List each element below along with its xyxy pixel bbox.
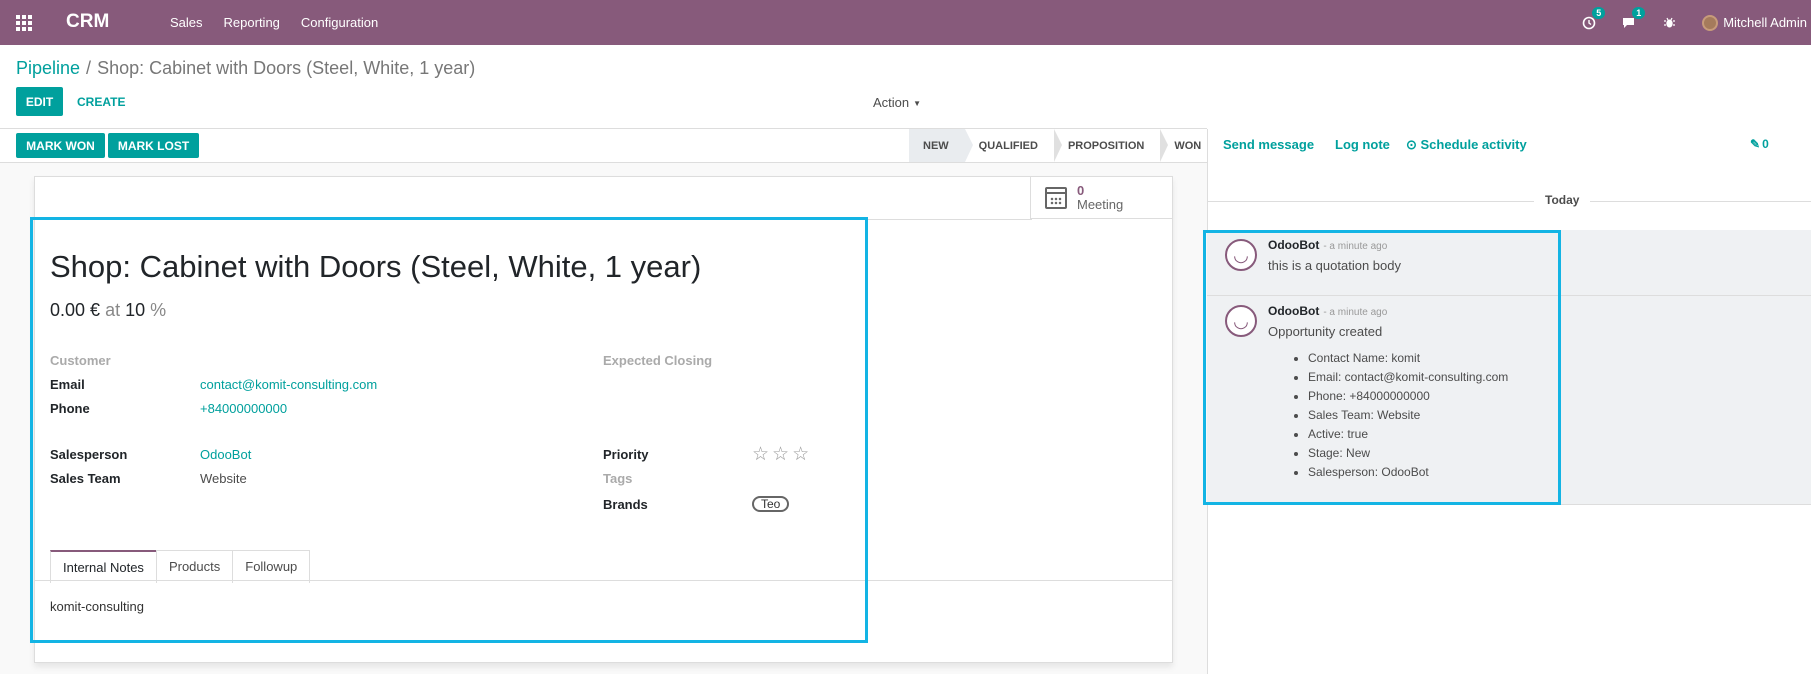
mark-lost-button[interactable]: MARK LOST	[108, 133, 199, 158]
meeting-label: Meeting	[1077, 196, 1124, 212]
caret-down-icon: ▼	[913, 99, 922, 109]
stage-proposition-label: PROPOSITION	[1067, 139, 1145, 152]
send-message-button[interactable]: Send message	[1223, 137, 1314, 152]
user-avatar	[1702, 14, 1719, 31]
message-count-badge: 1	[1632, 6, 1646, 19]
stage-won-label: WON	[1174, 139, 1202, 152]
user-name: Mitchell Admin	[1723, 15, 1807, 30]
breadcrumb-separator: /	[86, 58, 92, 78]
stage-qualified[interactable]: QUALIFIED	[965, 129, 1062, 162]
bug-icon	[1664, 17, 1676, 28]
main-menu: Sales Reporting Configuration	[170, 15, 378, 30]
top-navbar: CRM Sales Reporting Configuration 5 1 Mi…	[0, 0, 1811, 45]
stage-new-label: NEW	[923, 139, 949, 152]
meeting-count: 0	[1077, 182, 1085, 198]
systray: 5 1 Mitchell Admin	[1582, 0, 1811, 45]
attachment-count-button[interactable]: 0	[1750, 137, 1769, 151]
messaging-menu[interactable]: 1	[1622, 6, 1646, 30]
menu-item-configuration[interactable]: Configuration	[301, 15, 378, 30]
schedule-activity-label: Schedule activity	[1420, 137, 1527, 152]
meeting-stat: 0 Meeting	[1077, 182, 1124, 212]
stage-proposition[interactable]: PROPOSITION	[1054, 129, 1169, 162]
mark-won-button[interactable]: MARK WON	[16, 133, 105, 158]
attachment-count: 0	[1762, 137, 1769, 151]
highlight-box-form	[30, 217, 868, 643]
breadcrumb-pipeline[interactable]: Pipeline	[16, 58, 80, 78]
apps-menu-icon[interactable]	[16, 15, 32, 31]
schedule-activity-button[interactable]: ⊙ Schedule activity	[1406, 137, 1527, 153]
activity-menu[interactable]: 5	[1582, 6, 1606, 30]
edit-button[interactable]: EDIT	[16, 87, 63, 116]
meeting-smart-button[interactable]: 0 Meeting	[1030, 177, 1172, 219]
breadcrumb-current: Shop: Cabinet with Doors (Steel, White, …	[97, 58, 476, 78]
stage-pipeline: NEW QUALIFIED PROPOSITION WON	[909, 129, 1217, 162]
debug-menu[interactable]	[1663, 16, 1676, 29]
user-menu[interactable]: Mitchell Admin	[1702, 14, 1811, 31]
menu-item-reporting[interactable]: Reporting	[224, 15, 280, 30]
status-bar: MARK WON MARK LOST NEW QUALIFIED PROPOSI…	[0, 129, 1207, 163]
action-dropdown[interactable]: Action ▼	[873, 95, 921, 110]
log-note-button[interactable]: Log note	[1335, 137, 1390, 152]
breadcrumb: Pipeline / Shop: Cabinet with Doors (Steel…	[16, 58, 475, 79]
highlight-box-chatter	[1203, 230, 1561, 505]
stage-new[interactable]: NEW	[909, 129, 973, 162]
clock-icon: ⊙	[1406, 137, 1421, 152]
calendar-icon	[1045, 186, 1067, 209]
menu-item-sales[interactable]: Sales	[170, 15, 203, 30]
date-separator-line	[1207, 201, 1811, 202]
app-name[interactable]: CRM	[66, 11, 109, 33]
action-dropdown-label: Action	[873, 95, 910, 110]
activity-count-badge: 5	[1592, 6, 1606, 19]
create-button[interactable]: CREATE	[77, 95, 125, 109]
date-separator-label: Today	[1534, 193, 1591, 207]
stage-qualified-label: QUALIFIED	[978, 139, 1038, 152]
